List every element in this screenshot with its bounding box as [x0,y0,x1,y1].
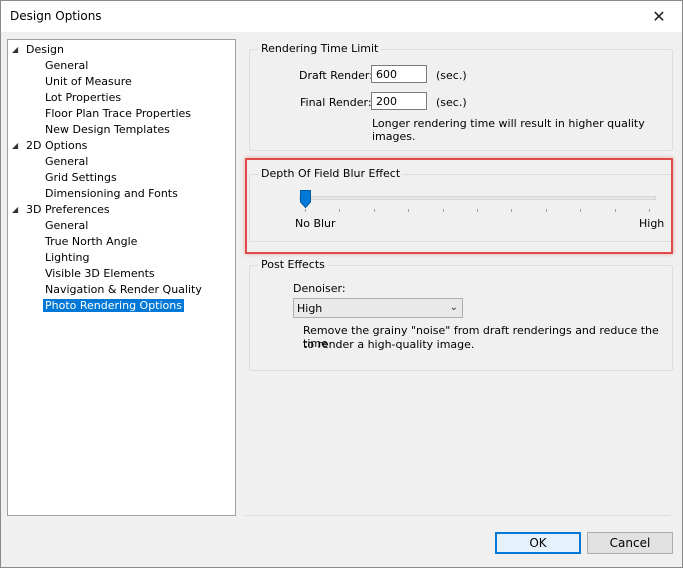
post-effects-group: Post Effects [249,258,673,371]
options-tree[interactable]: ◢ Design General Unit of Measure Lot Pro… [7,39,236,516]
tree-item-lighting[interactable]: Lighting [45,250,89,265]
rendering-note-line2: images. [372,130,416,143]
tree-item-label: General [45,155,89,168]
tree-item-label: Visible 3D Elements [45,267,155,280]
tree-item-label: General [45,59,89,72]
tree-item-floor-plan-trace[interactable]: Floor Plan Trace Properties [45,106,191,121]
group-title: Post Effects [258,258,328,271]
tree-item-label: Unit of Measure [45,75,132,88]
rendering-note-line1: Longer rendering time will result in hig… [372,117,645,130]
expand-icon[interactable]: ◢ [12,138,18,153]
final-render-input[interactable]: 200 [371,92,427,110]
close-icon[interactable]: ✕ [636,1,682,32]
draft-render-label: Draft Render: [299,69,373,82]
tree-item-grid-settings[interactable]: Grid Settings [45,170,117,185]
tree-item-3d-general[interactable]: General [45,218,88,233]
tree-item-label: 2D Options [26,139,88,152]
title-bar: Design Options ✕ [1,1,682,32]
tree-item-label: General [45,219,89,232]
group-title: Rendering Time Limit [258,42,382,55]
denoiser-select[interactable]: High ⌄ [293,298,463,318]
tree-item-design[interactable]: ◢ Design [12,42,64,57]
divider [245,515,671,516]
final-unit-label: (sec.) [436,96,467,109]
tree-item-lot-properties[interactable]: Lot Properties [45,90,121,105]
tree-item-design-general[interactable]: General [45,58,88,73]
tree-item-dimensioning-fonts[interactable]: Dimensioning and Fonts [45,186,178,201]
tree-item-2d-general[interactable]: General [45,154,88,169]
tree-item-label: Navigation & Render Quality [45,283,202,296]
tree-item-label: New Design Templates [45,123,170,136]
cancel-button[interactable]: Cancel [587,532,673,554]
tree-item-unit-of-measure[interactable]: Unit of Measure [45,74,132,89]
denoiser-label: Denoiser: [293,282,346,295]
tree-item-3d-preferences[interactable]: ◢ 3D Preferences [12,202,110,217]
expand-icon[interactable]: ◢ [12,42,18,57]
design-options-dialog: Design Options ✕ ◢ Design General Unit o… [0,0,683,568]
tree-item-label: Dimensioning and Fonts [45,187,178,200]
tree-item-visible-3d-elements[interactable]: Visible 3D Elements [45,266,155,281]
tree-item-label: Lot Properties [45,91,122,104]
tree-item-new-design-templates[interactable]: New Design Templates [45,122,170,137]
tree-item-navigation-render-quality[interactable]: Navigation & Render Quality [45,282,202,297]
callout-highlight-box [245,158,673,254]
tree-item-2d-options[interactable]: ◢ 2D Options [12,138,88,153]
post-effects-note-line2: to render a high-quality image. [303,338,475,351]
ok-button[interactable]: OK [495,532,581,554]
tree-item-label: Grid Settings [45,171,117,184]
tree-item-label: Floor Plan Trace Properties [45,107,192,120]
final-render-label: Final Render: [300,96,372,109]
tree-item-photo-rendering-options[interactable]: Photo Rendering Options [42,298,185,313]
denoiser-value: High [297,302,323,315]
tree-item-label: True North Angle [45,235,138,248]
tree-item-label-selected: Photo Rendering Options [42,298,185,313]
tree-item-label: Design [26,43,64,56]
chevron-down-icon: ⌄ [449,302,458,313]
tree-item-label: 3D Preferences [26,203,110,216]
expand-icon[interactable]: ◢ [12,202,18,217]
tree-item-label: Lighting [45,251,90,264]
tree-item-true-north-angle[interactable]: True North Angle [45,234,137,249]
dialog-title: Design Options [10,9,102,23]
draft-unit-label: (sec.) [436,69,467,82]
draft-render-input[interactable]: 600 [371,65,427,83]
